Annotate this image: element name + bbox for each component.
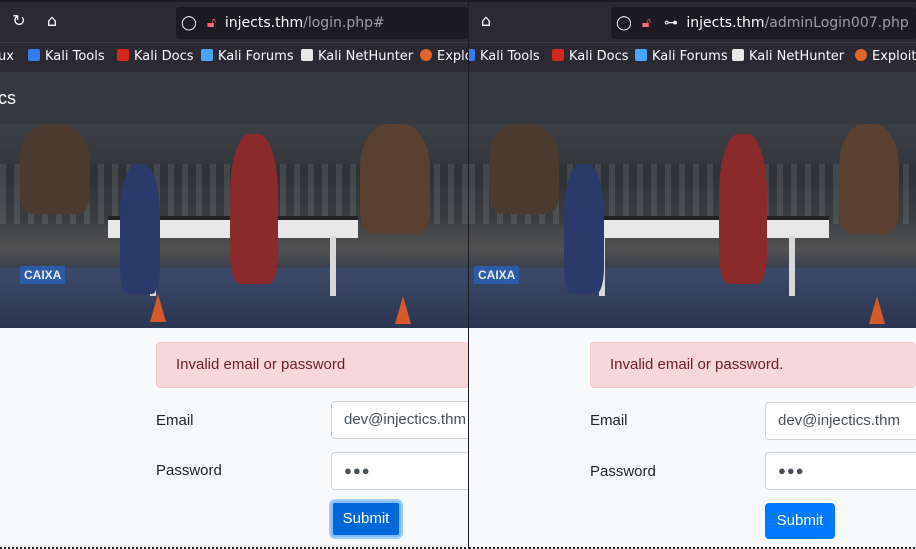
- key-icon[interactable]: ⊶: [660, 7, 682, 39]
- bookmark-kali-tools[interactable]: Kali Tools: [28, 43, 105, 71]
- kali-docs-icon: [117, 49, 129, 61]
- bookmark-exploit-db[interactable]: Exploit: [855, 43, 916, 71]
- password-label: Password: [156, 462, 222, 479]
- tracking-shield-icon[interactable]: ◯: [180, 7, 198, 39]
- home-icon[interactable]: ⌂: [477, 12, 495, 30]
- bookmark-kali-forums[interactable]: Kali Forums: [635, 43, 728, 71]
- kali-forums-icon: [201, 49, 213, 61]
- submit-button[interactable]: Submit: [765, 503, 835, 539]
- email-input[interactable]: dev@injectics.thm: [331, 401, 469, 439]
- url-path: /login.php#: [303, 15, 385, 31]
- bookmark-kali-nethunter[interactable]: Kali NetHunter: [301, 43, 413, 71]
- url-bar[interactable]: ◯ 🔓︎ ⊶ injects.thm/adminLogin007.php: [611, 7, 916, 39]
- left-browser-window: ↻ ⌂ ◯ 🔓︎ injects.thm/login.php# ux Kali …: [0, 0, 469, 549]
- bookmark-kali-tools[interactable]: Kali Tools: [469, 43, 540, 71]
- bookmark-kali-linux[interactable]: ux: [0, 43, 14, 71]
- bookmark-kali-nethunter[interactable]: Kali NetHunter: [732, 43, 844, 71]
- tracking-shield-icon[interactable]: ◯: [615, 7, 633, 39]
- kali-docs-icon: [552, 49, 564, 61]
- bookmarks-toolbar: Kali Tools Kali Docs Kali Forums Kali Ne…: [469, 42, 916, 72]
- kali-nethunter-icon: [732, 49, 744, 61]
- window-divider: [468, 0, 469, 549]
- browser-toolbar: ⌂ ◯ 🔓︎ ⊶ injects.thm/adminLogin007.php: [469, 0, 916, 42]
- right-browser-window: ⌂ ◯ 🔓︎ ⊶ injects.thm/adminLogin007.php K…: [469, 0, 916, 549]
- url-path: /adminLogin007.php: [764, 15, 909, 31]
- submit-button[interactable]: Submit: [331, 501, 401, 537]
- password-input[interactable]: ●●●: [765, 452, 916, 490]
- bookmarks-toolbar: ux Kali Tools Kali Docs Kali Forums Kali…: [0, 42, 469, 72]
- error-alert: Invalid email or password: [156, 342, 469, 388]
- site-navbar: cs: [0, 72, 469, 124]
- site-navbar: [469, 72, 916, 124]
- exploit-db-icon: [420, 49, 432, 61]
- kali-tools-icon: [469, 49, 475, 61]
- email-label: Email: [156, 412, 194, 429]
- password-label: Password: [590, 463, 656, 480]
- lock-icon[interactable]: 🔓︎: [202, 7, 220, 39]
- bookmark-exploit-db[interactable]: Explo: [420, 43, 469, 71]
- url-domain: injects.thm: [686, 15, 765, 31]
- browser-toolbar: ↻ ⌂ ◯ 🔓︎ injects.thm/login.php#: [0, 0, 469, 42]
- hero-image: CAIXA: [469, 124, 916, 328]
- lock-icon[interactable]: 🔓︎: [637, 7, 655, 39]
- bookmark-kali-docs[interactable]: Kali Docs: [552, 43, 629, 71]
- home-icon[interactable]: ⌂: [43, 12, 61, 30]
- url-bar[interactable]: ◯ 🔓︎ injects.thm/login.php#: [176, 7, 469, 39]
- url-domain: injects.thm: [224, 15, 304, 31]
- bookmark-kali-docs[interactable]: Kali Docs: [117, 43, 194, 71]
- kali-nethunter-icon: [301, 49, 313, 61]
- kali-tools-icon: [28, 49, 40, 61]
- kali-forums-icon: [635, 49, 647, 61]
- hero-image: CAIXA: [0, 124, 469, 328]
- password-input[interactable]: ●●●: [331, 452, 469, 490]
- bookmark-kali-forums[interactable]: Kali Forums: [201, 43, 294, 71]
- error-alert: Invalid email or password.: [590, 342, 916, 388]
- email-label: Email: [590, 412, 628, 429]
- reload-icon[interactable]: ↻: [10, 12, 28, 30]
- site-brand[interactable]: cs: [0, 72, 16, 124]
- email-input[interactable]: dev@injectics.thm: [765, 402, 916, 440]
- exploit-db-icon: [855, 49, 867, 61]
